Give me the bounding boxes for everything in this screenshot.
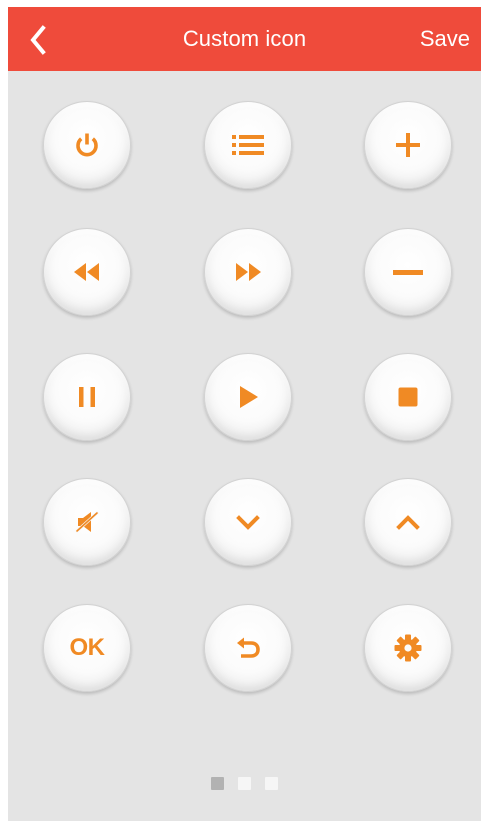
mute-icon: [72, 507, 102, 537]
settings-button[interactable]: [364, 604, 452, 692]
phone-screen: Custom icon Save OK: [0, 0, 481, 821]
page-dot-2[interactable]: [238, 777, 251, 790]
volume-down-button[interactable]: [364, 228, 452, 316]
page-dot-3[interactable]: [265, 777, 278, 790]
volume-up-button[interactable]: [364, 101, 452, 189]
page-indicator: [8, 777, 481, 793]
minus-icon: [391, 260, 425, 284]
save-button[interactable]: Save: [420, 7, 470, 71]
return-icon: [233, 633, 263, 663]
button-grid: OK: [43, 101, 453, 731]
ok-label: OK: [69, 634, 106, 661]
chevron-up-icon: [393, 510, 423, 534]
channel-down-button[interactable]: [204, 478, 292, 566]
mute-button[interactable]: [43, 478, 131, 566]
stop-button[interactable]: [364, 353, 452, 441]
power-icon: [72, 130, 102, 160]
fast-forward-button[interactable]: [204, 228, 292, 316]
power-button[interactable]: [43, 101, 131, 189]
pause-icon: [74, 382, 100, 412]
chevron-down-icon: [233, 510, 263, 534]
page-title: Custom icon: [182, 26, 307, 51]
remote-button-panel: OK: [8, 71, 481, 821]
app-bar: Custom icon Save: [8, 7, 481, 71]
rewind-icon: [70, 260, 104, 284]
gear-icon: [392, 632, 424, 664]
chevron-left-icon: [30, 25, 46, 55]
rewind-button[interactable]: [43, 228, 131, 316]
page-dot-1[interactable]: [211, 777, 224, 790]
back-button[interactable]: [25, 23, 55, 57]
fast-forward-icon: [231, 260, 265, 284]
menu-button[interactable]: [204, 101, 292, 189]
play-button[interactable]: [204, 353, 292, 441]
plus-icon: [393, 130, 423, 160]
channel-up-button[interactable]: [364, 478, 452, 566]
stop-icon: [394, 383, 422, 411]
return-button[interactable]: [204, 604, 292, 692]
list-icon: [231, 133, 265, 157]
play-icon: [233, 382, 263, 412]
pause-button[interactable]: [43, 353, 131, 441]
ok-button[interactable]: OK: [43, 604, 131, 692]
